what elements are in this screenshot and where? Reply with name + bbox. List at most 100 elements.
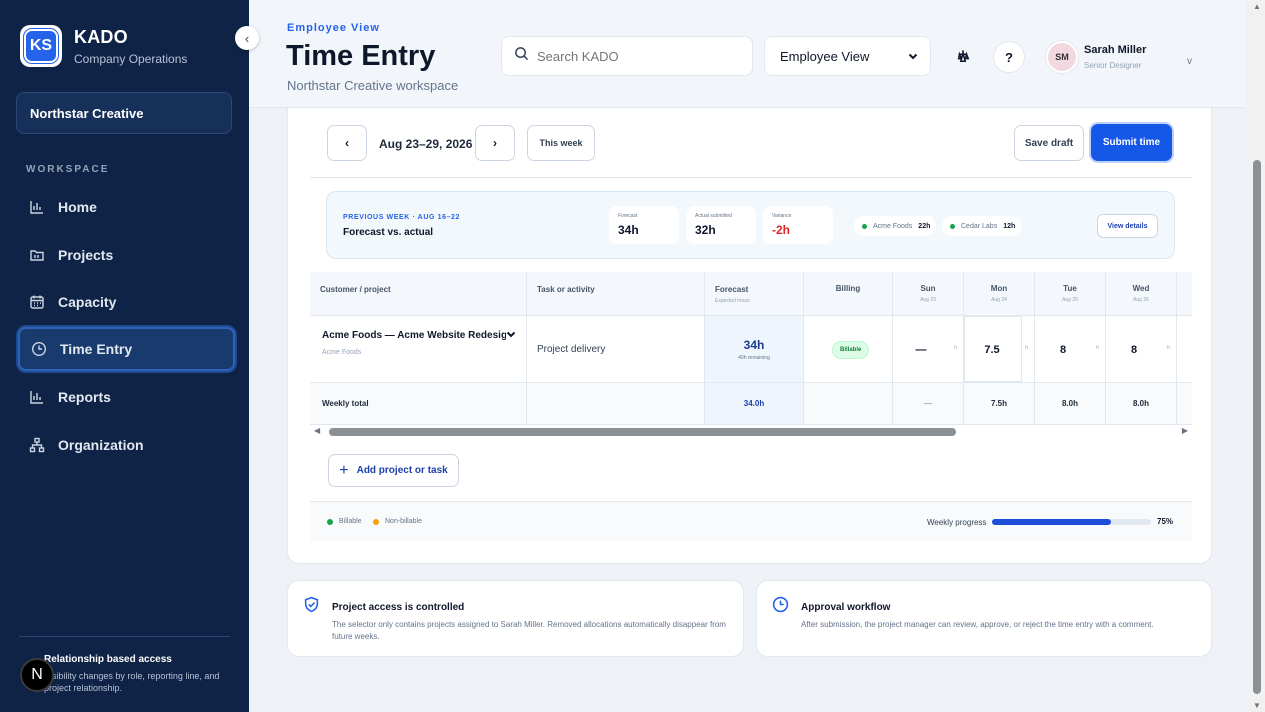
- table-horizontal-scrollbar[interactable]: ◀ ▶: [310, 426, 1192, 438]
- bar-chart-icon: [28, 388, 46, 406]
- day-name: Tue: [1063, 284, 1077, 293]
- scrollbar-thumb[interactable]: [329, 428, 956, 436]
- day-date: Aug 24: [991, 297, 1007, 303]
- day-hours-value: 7.5: [984, 344, 1000, 356]
- user-role: Senior Designer: [1084, 61, 1142, 70]
- day-hours-value: 8: [1130, 344, 1138, 356]
- status-dot: [950, 223, 955, 229]
- status-dot: [327, 518, 333, 525]
- chip-value: 22h: [918, 222, 931, 230]
- page-subtitle: Northstar Creative workspace: [287, 78, 459, 93]
- sidebar: KS KADO Company Operations Northstar Cre…: [0, 0, 249, 712]
- timesheet-table: Customer / project Acme Foods — Acme Web…: [310, 272, 1192, 425]
- sidebar-item-home[interactable]: Home: [18, 185, 235, 229]
- section-label-workspace: WORKSPACE: [26, 164, 110, 175]
- header-forecast: Forecast Expected hours: [705, 272, 804, 316]
- card-divider: [310, 177, 1192, 178]
- stat-label: Forecast: [618, 213, 638, 219]
- stat-value: -2h: [772, 223, 790, 237]
- scroll-right-icon[interactable]: ▶: [1182, 426, 1188, 435]
- chevron-down-icon: [506, 329, 516, 342]
- add-project-label: Add project or task: [356, 465, 448, 476]
- this-week-button[interactable]: This week: [527, 125, 595, 161]
- day-hours-cell[interactable]: 8 h: [1035, 316, 1106, 383]
- previous-week-summary: PREVIOUS WEEK · AUG 16–22 Forecast vs. a…: [326, 191, 1175, 259]
- access-note-description: Visibility changes by role, reporting li…: [44, 671, 220, 693]
- forecast-remaining: 40h remaining: [738, 355, 770, 361]
- day-name: Wed: [1132, 284, 1150, 293]
- sidebar-item-organization[interactable]: Organization: [18, 423, 235, 467]
- column-project: Customer / project Acme Foods — Acme Web…: [310, 272, 527, 425]
- brand[interactable]: KS KADO Company Operations: [20, 25, 187, 67]
- day-name: Mon: [990, 284, 1008, 293]
- task-name: Project delivery: [537, 344, 606, 355]
- day-total: 8.0h: [1035, 383, 1106, 425]
- clock-icon: [772, 596, 789, 613]
- scrollbar-thumb[interactable]: [1253, 160, 1261, 694]
- previous-week-label: PREVIOUS WEEK · AUG 16–22: [343, 214, 461, 221]
- next-week-button[interactable]: ›: [475, 125, 515, 161]
- billable-badge[interactable]: Billable: [832, 341, 870, 359]
- stat-value: 32h: [695, 223, 716, 237]
- day-name: Sun: [920, 284, 936, 293]
- add-project-button[interactable]: + Add project or task: [328, 454, 459, 487]
- day-hours-cell[interactable]: 8 h: [1106, 316, 1177, 383]
- view-details-button[interactable]: View details: [1097, 214, 1158, 238]
- column-thu-partial: [1177, 272, 1192, 425]
- stat-value: 34h: [618, 223, 639, 237]
- legend-label: Billable: [339, 518, 362, 525]
- user-menu-chevron-icon[interactable]: v: [1187, 56, 1192, 67]
- search-box[interactable]: [501, 36, 753, 76]
- previous-week-title: Forecast vs. actual: [343, 227, 434, 238]
- sidebar-item-label: Time Entry: [60, 341, 133, 357]
- timesheet-card: ‹ Aug 23–29, 2026 › This week Save draft…: [287, 108, 1212, 564]
- page-eyebrow: Employee View: [287, 22, 380, 34]
- sidebar-item-projects[interactable]: Projects: [18, 233, 235, 277]
- dev-tools-badge[interactable]: N: [20, 658, 54, 692]
- day-hours-value: —: [915, 344, 927, 356]
- brand-logo: KS: [20, 25, 62, 67]
- day-hours-cell[interactable]: 7.5 h: [964, 316, 1035, 383]
- total-task-empty: [527, 383, 705, 425]
- scroll-up-icon[interactable]: ▲: [1253, 2, 1261, 11]
- chip-value: 12h: [1003, 222, 1016, 230]
- help-button[interactable]: ?: [993, 41, 1025, 73]
- sidebar-item-time-entry[interactable]: Time Entry: [18, 327, 235, 371]
- scroll-down-icon[interactable]: ▼: [1253, 701, 1261, 710]
- org-selector[interactable]: Northstar Creative: [16, 92, 232, 134]
- info-card-access: Project access is controlled The selecto…: [287, 580, 744, 657]
- hours-unit: h: [1096, 345, 1099, 351]
- header-day: Wed Aug 26: [1106, 272, 1177, 316]
- task-selector[interactable]: Project delivery: [527, 316, 705, 383]
- sidebar-item-label: Capacity: [58, 294, 117, 310]
- bar-chart-icon: [28, 198, 46, 216]
- forecast-value: 34h: [743, 338, 765, 352]
- org-tree-button[interactable]: [947, 41, 979, 73]
- weekly-progress-percent: 75%: [1157, 517, 1174, 526]
- save-draft-button[interactable]: Save draft: [1014, 125, 1084, 161]
- scroll-left-icon[interactable]: ◀: [314, 426, 320, 435]
- page-vertical-scrollbar[interactable]: ▲ ▼: [1249, 0, 1265, 712]
- header-project: Customer / project: [310, 272, 527, 316]
- sidebar-item-capacity[interactable]: Capacity: [18, 280, 235, 324]
- chip-label: Acme Foods: [873, 222, 913, 230]
- view-select[interactable]: Employee View: [764, 36, 931, 76]
- search-input[interactable]: [537, 48, 737, 64]
- header-day: Sun Aug 23: [893, 272, 964, 316]
- day-hours-cell-partial[interactable]: [1177, 316, 1192, 383]
- previous-week-button[interactable]: ‹: [327, 125, 367, 161]
- day-date: Aug 25: [1062, 297, 1078, 303]
- org-tree-icon: [956, 49, 970, 66]
- user-name[interactable]: Sarah Miller: [1084, 44, 1146, 56]
- day-total: 8.0h: [1106, 383, 1177, 425]
- collapse-sidebar-button[interactable]: ‹: [235, 26, 259, 50]
- page-title: Time Entry: [286, 40, 436, 72]
- day-hours-cell[interactable]: — h: [893, 316, 964, 383]
- sidebar-item-reports[interactable]: Reports: [18, 375, 235, 419]
- clock-icon: [30, 340, 48, 358]
- hours-unit: h: [954, 345, 957, 351]
- header-day: Mon Aug 24: [964, 272, 1035, 316]
- avatar[interactable]: SM: [1046, 41, 1078, 73]
- project-selector[interactable]: Acme Foods — Acme Website Redesign Acme …: [310, 316, 527, 383]
- submit-time-button[interactable]: Submit time: [1091, 124, 1172, 161]
